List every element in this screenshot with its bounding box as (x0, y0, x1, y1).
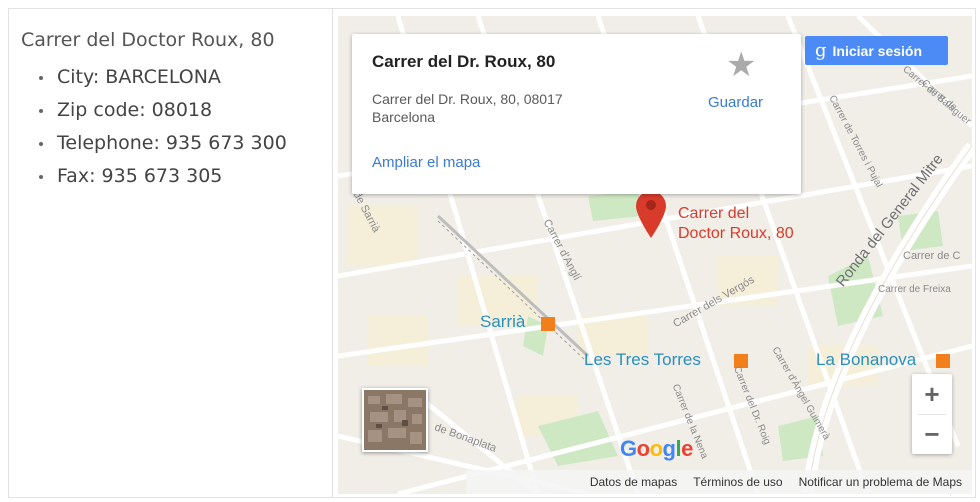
satellite-thumbnail-icon (364, 390, 426, 450)
marker-label[interactable]: Carrer del Doctor Roux, 80 (678, 204, 794, 244)
zoom-divider (918, 414, 946, 415)
place-address-line2: Barcelona (372, 109, 436, 125)
fax-item: Fax: 935 673 305 (39, 164, 287, 197)
metro-icon-bonanova (936, 354, 950, 368)
google-logo: Google (620, 436, 693, 461)
zoom-out-button[interactable]: − (912, 414, 952, 454)
zoom-controls: + − (912, 374, 952, 454)
address-title: Carrer del Doctor Roux, 80 (21, 29, 275, 51)
street-label: Carrer de C (903, 250, 961, 262)
neighborhood-label-tres-torres: Les Tres Torres (584, 350, 701, 369)
report-problem-link[interactable]: Notificar un problema de Maps (799, 475, 962, 489)
address-info: Carrer del Doctor Roux, 80 City: BARCELO… (9, 9, 333, 497)
place-address-line1: Carrer del Dr. Roux, 80, 08017 (372, 91, 563, 107)
google-g-icon: g (815, 39, 827, 61)
save-button[interactable]: Guardar (708, 94, 763, 111)
city-item: City: BARCELONA (39, 65, 287, 98)
place-info-card: Carrer del Dr. Roux, 80 Carrer del Dr. R… (352, 34, 801, 194)
place-title: Carrer del Dr. Roux, 80 (372, 52, 556, 71)
sign-in-button[interactable]: g Iniciar sesión (805, 36, 948, 65)
terms-link[interactable]: Términos de uso (693, 475, 782, 489)
star-icon[interactable]: ★ (726, 48, 756, 82)
neighborhood-label-sarria: Sarrià (480, 312, 526, 331)
info-list: City: BARCELONA Zip code: 08018 Telephon… (39, 65, 287, 197)
marker-label-line2: Doctor Roux, 80 (678, 225, 794, 242)
map-data-label[interactable]: Datos de mapas (590, 475, 677, 489)
expand-map-link[interactable]: Ampliar el mapa (372, 154, 480, 171)
satellite-toggle[interactable] (362, 388, 428, 452)
telephone-item: Telephone: 935 673 300 (39, 131, 287, 164)
street-label: Carrer de Freixa (878, 284, 951, 295)
neighborhood-label-bonanova: La Bonanova (816, 350, 917, 369)
metro-icon-sarria (541, 317, 555, 331)
map-embed[interactable]: de Sarrià Carrer d'Anglí Carrer dels Ver… (338, 16, 972, 494)
zoom-in-button[interactable]: + (912, 374, 952, 414)
map-footer: Datos de mapas Términos de uso Notificar… (466, 470, 972, 494)
marker-label-line1: Carrer del (678, 205, 750, 222)
place-address: Carrer del Dr. Roux, 80, 08017 Barcelona (372, 90, 652, 126)
zip-code-item: Zip code: 08018 (39, 98, 287, 131)
sign-in-label: Iniciar sesión (832, 42, 923, 59)
